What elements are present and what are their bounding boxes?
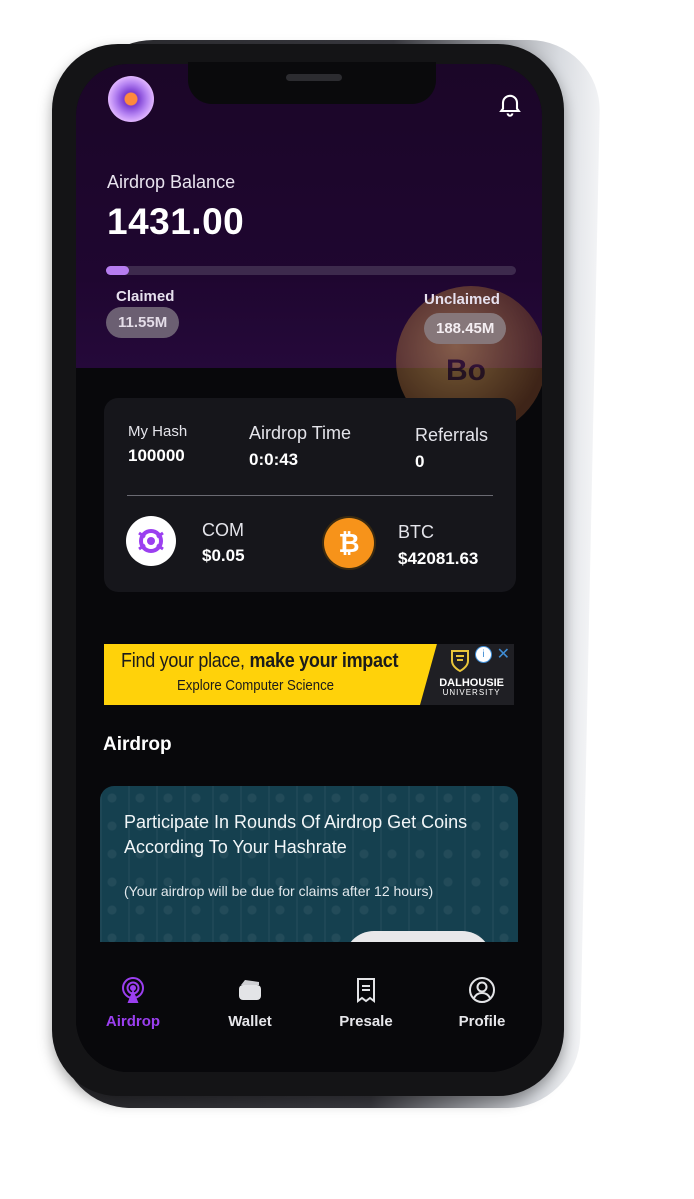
- claimed-label: Claimed: [116, 288, 175, 305]
- balance-value: 1431.00: [107, 201, 245, 242]
- ad-headline-regular: Find your place,: [121, 650, 250, 672]
- shield-icon: [451, 650, 469, 673]
- ad-headline-bold: make your impact: [249, 650, 399, 672]
- app-screen: Bo Airdrop Balance 1431.00 Claimed 11.55…: [76, 64, 542, 1072]
- airdrop-card-note: (Your airdrop will be due for claims aft…: [124, 883, 434, 899]
- phone-notch: [188, 62, 436, 104]
- airdrop-section-title: Airdrop: [103, 734, 172, 755]
- nav-item-airdrop[interactable]: Airdrop: [93, 976, 173, 1030]
- ad-subline: Explore Computer Science: [177, 677, 335, 694]
- ad-brand-sub: UNIVERSITY: [442, 688, 501, 697]
- nav-label-airdrop: Airdrop: [105, 1013, 161, 1030]
- profile-icon: [469, 977, 495, 1003]
- nav-item-profile[interactable]: Profile: [442, 976, 522, 1030]
- ad-banner[interactable]: Find your place, make your impact Explor…: [104, 644, 514, 705]
- phone-speaker: [286, 74, 342, 81]
- unclaimed-label: Unclaimed: [424, 291, 500, 308]
- ad-brand: DALHOUSIE UNIVERSITY: [439, 678, 504, 698]
- com-logo-icon: [138, 529, 164, 553]
- com-label: COM: [202, 520, 244, 540]
- stats-card: My Hash 100000 Airdrop Time 0:0:43 Refer…: [104, 398, 516, 592]
- airdrop-icon: [122, 977, 144, 1003]
- claim-progress-bar: [106, 266, 516, 275]
- nav-item-presale[interactable]: Presale: [326, 976, 406, 1030]
- claim-progress-fill: [106, 266, 129, 275]
- bell-icon[interactable]: [496, 90, 524, 118]
- com-price: $0.05: [202, 546, 245, 565]
- avatar[interactable]: [108, 76, 154, 122]
- balance-label: Airdrop Balance: [107, 172, 236, 192]
- ad-info-icon[interactable]: i: [475, 646, 492, 663]
- ad-close-icon[interactable]: ✕: [497, 644, 510, 664]
- claimed-value: 11.55M: [106, 307, 180, 338]
- my-hash-value: 100000: [128, 446, 185, 465]
- coin-decoration-text: Bo: [446, 354, 486, 387]
- ad-headline[interactable]: Find your place, make your impact: [121, 650, 399, 673]
- unclaimed-value: 188.45M: [424, 313, 507, 344]
- nav-label-profile: Profile: [458, 1013, 506, 1030]
- airdrop-card-text: Participate In Rounds Of Airdrop Get Coi…: [124, 812, 468, 857]
- receipt-icon: [357, 978, 375, 1003]
- my-hash-label: My Hash: [128, 423, 188, 440]
- referrals-value: 0: [415, 452, 425, 471]
- btc-label: BTC: [398, 522, 434, 542]
- btc-coin-icon: ₿: [324, 518, 374, 568]
- balance-header: Bo Airdrop Balance 1431.00 Claimed 11.55…: [76, 64, 542, 436]
- btc-symbol: ₿: [338, 527, 360, 558]
- nav-label-presale: Presale: [339, 1013, 393, 1030]
- nav-label-wallet: Wallet: [228, 1013, 272, 1030]
- airdrop-time-label: Airdrop Time: [249, 423, 352, 443]
- com-coin-icon: [126, 516, 176, 566]
- nav-item-wallet[interactable]: Wallet: [210, 976, 290, 1030]
- wallet-icon: [239, 980, 261, 1000]
- stats-divider: [127, 495, 493, 496]
- airdrop-time-value: 0:0:43: [249, 450, 299, 469]
- bottom-nav: Airdrop Wallet Presale Profile: [76, 942, 542, 1072]
- btc-price: $42081.63: [398, 549, 479, 568]
- referrals-label: Referrals: [415, 425, 489, 445]
